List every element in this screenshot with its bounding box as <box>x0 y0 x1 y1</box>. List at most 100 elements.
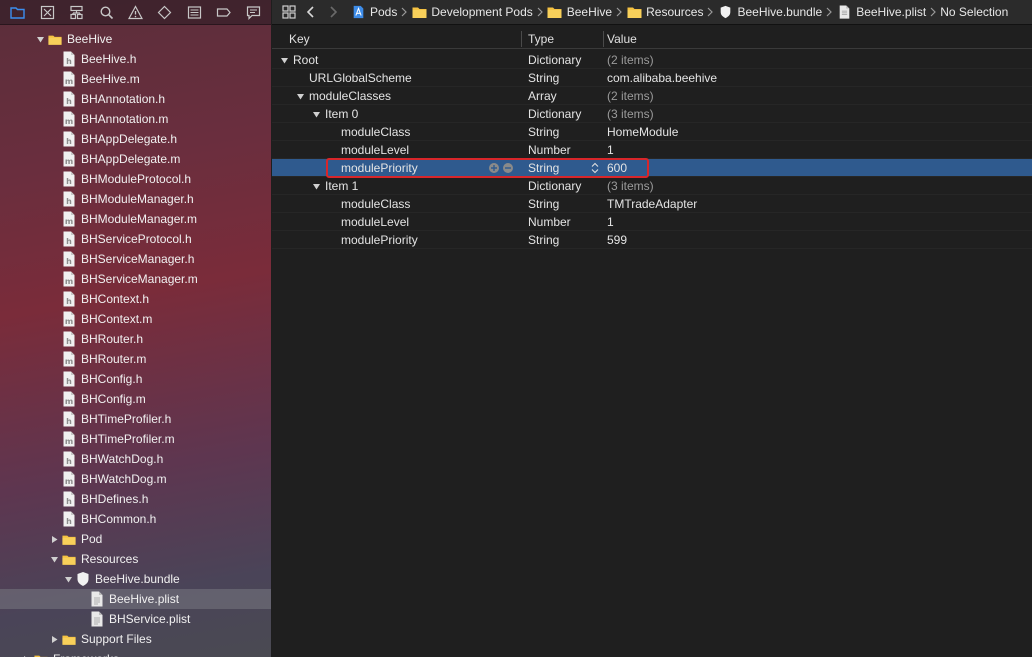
plist-row[interactable]: URLGlobalScheme String com.alibaba.beehive <box>272 69 1032 87</box>
tree-item[interactable]: h BHModuleManager.h <box>0 189 271 209</box>
column-type[interactable]: Type <box>521 32 603 46</box>
tree-item[interactable]: BHService.plist <box>0 609 271 629</box>
back-chevron-icon[interactable] <box>300 2 322 22</box>
breadcrumb-item[interactable]: Pods <box>350 5 397 19</box>
tree-item[interactable]: m BHServiceManager.m <box>0 269 271 289</box>
plist-value[interactable]: TMTradeAdapter <box>603 195 1032 213</box>
plist-type[interactable]: Number <box>521 141 603 159</box>
plist-value[interactable]: com.alibaba.beehive <box>603 69 1032 87</box>
tree-item[interactable]: Resources <box>0 549 271 569</box>
tree-item[interactable]: m BHTimeProfiler.m <box>0 429 271 449</box>
plist-row[interactable]: moduleLevel Number 1 <box>272 213 1032 231</box>
type-stepper-icon[interactable] <box>591 162 599 174</box>
tree-item[interactable]: Support Files <box>0 629 271 649</box>
tree-item[interactable]: h BHServiceProtocol.h <box>0 229 271 249</box>
plist-row[interactable]: modulePriority String 600 <box>272 159 1032 177</box>
report-icon[interactable] <box>244 3 262 21</box>
plist-type[interactable]: String <box>521 195 603 213</box>
plist-key[interactable]: Item 1 <box>325 177 358 195</box>
plist-key[interactable]: moduleClasses <box>309 87 391 105</box>
breadcrumb-item[interactable]: No Selection <box>940 5 1008 19</box>
plist-row[interactable]: moduleClass String HomeModule <box>272 123 1032 141</box>
column-value[interactable]: Value <box>603 32 1032 46</box>
grid-icon[interactable] <box>278 2 300 22</box>
breadcrumb-item[interactable]: Development Pods <box>411 5 533 19</box>
disclosure-closed-icon[interactable] <box>48 533 60 545</box>
plist-key[interactable]: moduleLevel <box>341 141 409 159</box>
tree-item[interactable]: m BHConfig.m <box>0 389 271 409</box>
plist-value[interactable]: (2 items) <box>603 87 1032 105</box>
forward-chevron-icon[interactable] <box>322 2 344 22</box>
breadcrumb-item[interactable]: BeeHive <box>547 5 612 19</box>
tree-item[interactable]: h BHWatchDog.h <box>0 449 271 469</box>
plist-row[interactable]: Item 1 Dictionary (3 items) <box>272 177 1032 195</box>
plist-type[interactable]: Dictionary <box>521 105 603 123</box>
plist-key[interactable]: moduleClass <box>341 123 410 141</box>
debug-icon[interactable] <box>185 3 203 21</box>
plist-key[interactable]: moduleClass <box>341 195 410 213</box>
disclosure-closed-icon[interactable] <box>20 653 32 657</box>
column-key[interactable]: Key <box>272 32 521 46</box>
folder-icon[interactable] <box>9 3 27 21</box>
hierarchy-icon[interactable] <box>68 3 86 21</box>
tree-item[interactable]: h BeeHive.h <box>0 49 271 69</box>
plist-value[interactable]: (2 items) <box>603 51 1032 69</box>
tree-item[interactable]: BeeHive.plist <box>0 589 271 609</box>
plist-value[interactable]: 1 <box>603 213 1032 231</box>
tree-item[interactable]: BeeHive.bundle <box>0 569 271 589</box>
breadcrumb-item[interactable]: BeeHive.plist <box>836 5 926 19</box>
plist-value[interactable]: 600 <box>603 159 1032 177</box>
tree-item[interactable]: h BHAnnotation.h <box>0 89 271 109</box>
tree-item[interactable]: h BHConfig.h <box>0 369 271 389</box>
tree-item[interactable]: m BHAppDelegate.m <box>0 149 271 169</box>
tree-item[interactable]: m BHContext.m <box>0 309 271 329</box>
plist-value[interactable]: 599 <box>603 231 1032 249</box>
plist-value[interactable]: (3 items) <box>603 177 1032 195</box>
tree-item[interactable]: m BHRouter.m <box>0 349 271 369</box>
plist-row[interactable]: modulePriority String 599 <box>272 231 1032 249</box>
warning-icon[interactable] <box>126 3 144 21</box>
tree-item[interactable]: h BHCommon.h <box>0 509 271 529</box>
plist-type[interactable]: Number <box>521 213 603 231</box>
tree-item[interactable]: m BHModuleManager.m <box>0 209 271 229</box>
tree-item[interactable]: h BHTimeProfiler.h <box>0 409 271 429</box>
tree-item[interactable]: Frameworks <box>0 649 271 657</box>
breakpoint-icon[interactable] <box>215 3 233 21</box>
plist-row[interactable]: Item 0 Dictionary (3 items) <box>272 105 1032 123</box>
breadcrumb-item[interactable]: Resources <box>626 5 703 19</box>
plist-type[interactable]: String <box>521 231 603 249</box>
breadcrumb-item[interactable]: BeeHive.bundle <box>717 5 822 19</box>
source-control-icon[interactable] <box>38 3 56 21</box>
plist-value[interactable]: (3 items) <box>603 105 1032 123</box>
add-row-icon[interactable] <box>488 162 500 174</box>
tree-item[interactable]: BeeHive <box>0 29 271 49</box>
tree-item[interactable]: h BHContext.h <box>0 289 271 309</box>
plist-row[interactable]: Root Dictionary (2 items) <box>272 51 1032 69</box>
plist-value[interactable]: 1 <box>603 141 1032 159</box>
plist-row[interactable]: moduleLevel Number 1 <box>272 141 1032 159</box>
remove-row-icon[interactable] <box>502 162 514 174</box>
disclosure-open-icon[interactable] <box>310 108 322 120</box>
plist-key[interactable]: Root <box>293 51 318 69</box>
plist-key[interactable]: modulePriority <box>341 159 418 177</box>
plist-key[interactable]: URLGlobalScheme <box>309 69 412 87</box>
disclosure-open-icon[interactable] <box>34 33 46 45</box>
plist-type[interactable]: Dictionary <box>521 177 603 195</box>
plist-type[interactable]: String <box>521 123 603 141</box>
plist-value[interactable]: HomeModule <box>603 123 1032 141</box>
tree-item[interactable]: m BHWatchDog.m <box>0 469 271 489</box>
tree-item[interactable]: h BHModuleProtocol.h <box>0 169 271 189</box>
plist-row[interactable]: moduleClass String TMTradeAdapter <box>272 195 1032 213</box>
tree-item[interactable]: m BeeHive.m <box>0 69 271 89</box>
disclosure-open-icon[interactable] <box>62 573 74 585</box>
tree-item[interactable]: h BHRouter.h <box>0 329 271 349</box>
tree-item[interactable]: Pod <box>0 529 271 549</box>
plist-type[interactable]: Dictionary <box>521 51 603 69</box>
tree-item[interactable]: h BHDefines.h <box>0 489 271 509</box>
disclosure-closed-icon[interactable] <box>48 633 60 645</box>
tree-item[interactable]: h BHServiceManager.h <box>0 249 271 269</box>
plist-row[interactable]: moduleClasses Array (2 items) <box>272 87 1032 105</box>
test-icon[interactable] <box>156 3 174 21</box>
tree-item[interactable]: m BHAnnotation.m <box>0 109 271 129</box>
search-icon[interactable] <box>97 3 115 21</box>
